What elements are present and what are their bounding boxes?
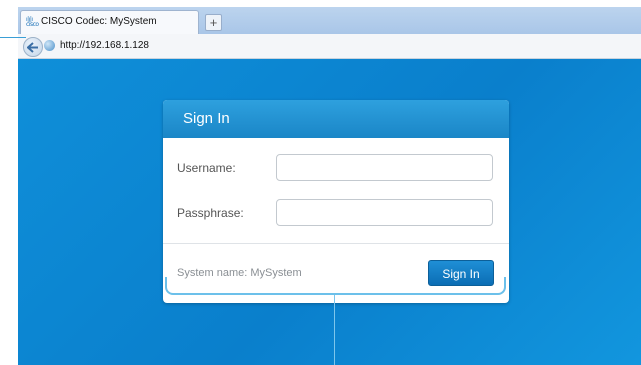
signin-title: Sign In (183, 110, 230, 127)
url-field[interactable]: http://192.168.1.128 (60, 40, 149, 51)
username-label: Username: (177, 161, 236, 175)
passphrase-label: Passphrase: (177, 206, 244, 220)
new-tab-button[interactable]: + (205, 14, 222, 31)
tab-bar: ı|ı|ı cisco CISCO Codec: MySystem + (18, 7, 641, 34)
tab-title: CISCO Codec: MySystem (41, 16, 157, 27)
signin-header: Sign In (163, 100, 509, 138)
browser-tab[interactable]: ı|ı|ı cisco CISCO Codec: MySystem (20, 10, 199, 34)
callout-line-footer (334, 295, 335, 365)
callout-line-address (0, 37, 26, 38)
globe-icon (44, 40, 55, 51)
address-bar: http://192.168.1.128 (18, 34, 641, 59)
username-input[interactable] (276, 154, 493, 181)
cisco-logo-icon: ı|ı|ı cisco (26, 16, 39, 28)
card-divider (163, 243, 509, 244)
back-button[interactable] (23, 37, 43, 57)
passphrase-input[interactable] (276, 199, 493, 226)
signin-card: Sign In Username: Passphrase: System nam… (163, 100, 509, 303)
callout-bracket (165, 277, 506, 295)
back-arrow-icon (27, 42, 38, 53)
